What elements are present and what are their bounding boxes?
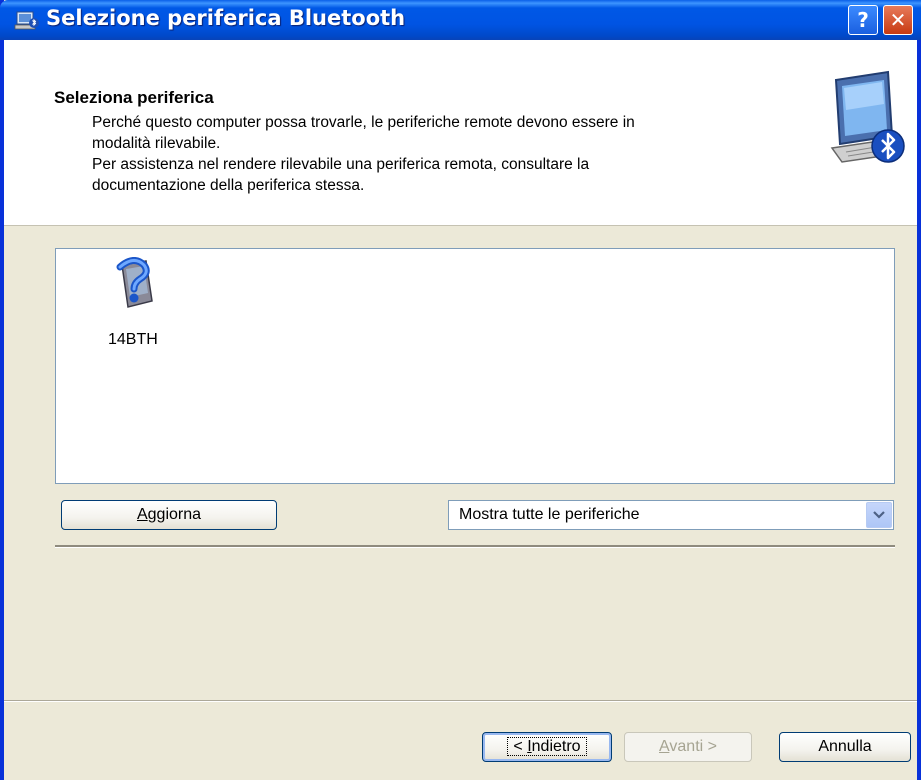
next-label: vanti > — [669, 738, 717, 755]
back-button[interactable]: < Indietro — [482, 732, 612, 762]
next-button[interactable]: Avanti > — [624, 732, 752, 762]
next-accel: A — [659, 738, 670, 755]
page-title: Seleziona periferica — [54, 88, 214, 107]
title-bar[interactable]: Selezione periferica Bluetooth ? ✕ — [0, 0, 921, 40]
device-filter-select[interactable]: Mostra tutte le periferiche — [448, 500, 894, 530]
bluetooth-dialog: Selezione periferica Bluetooth ? ✕ Selez… — [0, 0, 921, 780]
focus-rect: < Indietro — [507, 737, 587, 756]
device-filter-value: Mostra tutte le periferiche — [459, 506, 640, 523]
description-line: modalità rilevabile. — [92, 135, 221, 152]
device-item[interactable]: 14BTH — [106, 257, 176, 357]
refresh-label: ggiorna — [147, 506, 202, 523]
wizard-header: Seleziona periferica Perché questo compu… — [4, 40, 917, 226]
description-line: documentazione della periferica stessa. — [92, 177, 365, 194]
description-line: Per assistenza nel rendere rilevabile un… — [92, 156, 590, 173]
back-prefix: < — [513, 738, 528, 755]
separator — [55, 545, 895, 548]
bluetooth-computer-icon — [830, 70, 905, 163]
back-label: ndietro — [531, 738, 581, 755]
refresh-button[interactable]: Aggiorna — [61, 500, 277, 530]
device-label: 14BTH — [108, 331, 158, 348]
window-title: Selezione periferica Bluetooth — [46, 6, 406, 30]
description-line: Perché questo computer possa trovarle, l… — [92, 114, 635, 131]
refresh-accel: A — [136, 506, 148, 523]
help-button[interactable]: ? — [848, 5, 878, 35]
close-button[interactable]: ✕ — [883, 5, 913, 35]
unknown-device-icon — [116, 257, 153, 308]
bluetooth-wizard-icon — [14, 11, 39, 30]
chevron-down-icon[interactable] — [866, 502, 892, 528]
footer-separator — [4, 700, 917, 702]
device-list[interactable]: 14BTH — [55, 248, 895, 484]
cancel-button[interactable]: Annulla — [779, 732, 911, 762]
